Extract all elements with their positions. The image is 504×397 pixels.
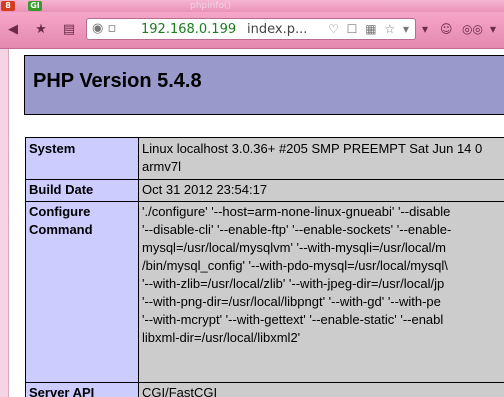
back-icon[interactable]: ◀	[4, 20, 22, 38]
value-line: CGI/FastCGI	[142, 385, 218, 397]
row-key: Configure Command	[25, 201, 139, 383]
owl-icon[interactable]: ◎◎	[462, 22, 483, 36]
table-row: Configure Command './configure' '--host=…	[25, 201, 504, 383]
key-line: Configure	[29, 204, 91, 219]
value-line: '--with-png-dir=/usr/local/libpngt' '--w…	[142, 294, 441, 309]
row-key: Build Date	[25, 179, 139, 202]
phpinfo-table: System Linux localhost 3.0.36+ #205 SMP …	[25, 137, 504, 397]
row-value: CGI/FastCGI	[138, 382, 504, 397]
value-line: Oct 31 2012 23:54:17	[142, 182, 268, 197]
address-path: index.p...	[247, 22, 308, 37]
row-key: Server API	[25, 382, 139, 397]
value-line: armv7l	[142, 159, 182, 174]
menu-dropdown-icon[interactable]: ▾	[490, 22, 496, 36]
window-titlebar: 8 GI phpinfo()	[0, 0, 504, 12]
window-title: phpinfo()	[190, 1, 232, 11]
table-row: System Linux localhost 3.0.36+ #205 SMP …	[25, 137, 504, 180]
row-value: './configure' '--host=arm-none-linux-gnu…	[138, 201, 504, 383]
value-line: '--with-mcrypt' '--with-gettext' '--enab…	[142, 312, 444, 327]
globe-icon: ◉ ▫	[92, 21, 117, 36]
browser-toolbar: ◀ ★ ▤ ◉ ▫ 192.168.0.199 index.p... ♡ ☐ ▦…	[0, 12, 504, 49]
value-line: Linux localhost 3.0.36+ #205 SMP PREEMPT…	[142, 141, 483, 156]
app-badge-icon: 8	[1, 1, 15, 11]
sidebar-strip	[0, 49, 9, 397]
profile-icon[interactable]: ☺	[440, 22, 453, 36]
star-icon[interactable]: ★	[32, 20, 50, 38]
address-host: 192.168.0.199	[141, 22, 237, 37]
row-value: Linux localhost 3.0.36+ #205 SMP PREEMPT…	[138, 137, 504, 180]
key-line: Command	[29, 222, 93, 237]
address-tools[interactable]: ♡ ☐ ▦ ☆ ▾	[328, 22, 411, 36]
value-line: '--disable-cli' '--enable-ftp' '--enable…	[142, 222, 452, 237]
php-header: PHP Version 5.4.8	[24, 55, 504, 115]
page-title: PHP Version 5.4.8	[33, 70, 202, 92]
table-row: Build Date Oct 31 2012 23:54:17	[25, 179, 504, 202]
page-icon[interactable]: ▤	[60, 20, 78, 38]
value-line: mysql=/usr/local/mysqlvm' '--with-mysqli…	[142, 240, 447, 255]
row-value: Oct 31 2012 23:54:17	[138, 179, 504, 202]
value-line: libxml-dir=/usr/local/libxml2'	[142, 330, 301, 345]
address-bar[interactable]: ◉ ▫ 192.168.0.199 index.p... ♡ ☐ ▦ ☆ ▾	[86, 18, 416, 40]
row-key: System	[25, 137, 139, 180]
dropdown-icon[interactable]: ▾	[422, 22, 428, 36]
value-line: './configure' '--host=arm-none-linux-gnu…	[142, 204, 451, 219]
table-row: Server API CGI/FastCGI	[25, 382, 504, 397]
value-line: '--with-zlib=/usr/local/zlib' '--with-jp…	[142, 276, 445, 291]
page-content: PHP Version 5.4.8 System Linux localhost…	[9, 49, 504, 397]
tab-badge-icon[interactable]: GI	[28, 1, 42, 11]
value-line: /bin/mysql_config' '--with-pdo-mysql=/us…	[142, 258, 448, 273]
